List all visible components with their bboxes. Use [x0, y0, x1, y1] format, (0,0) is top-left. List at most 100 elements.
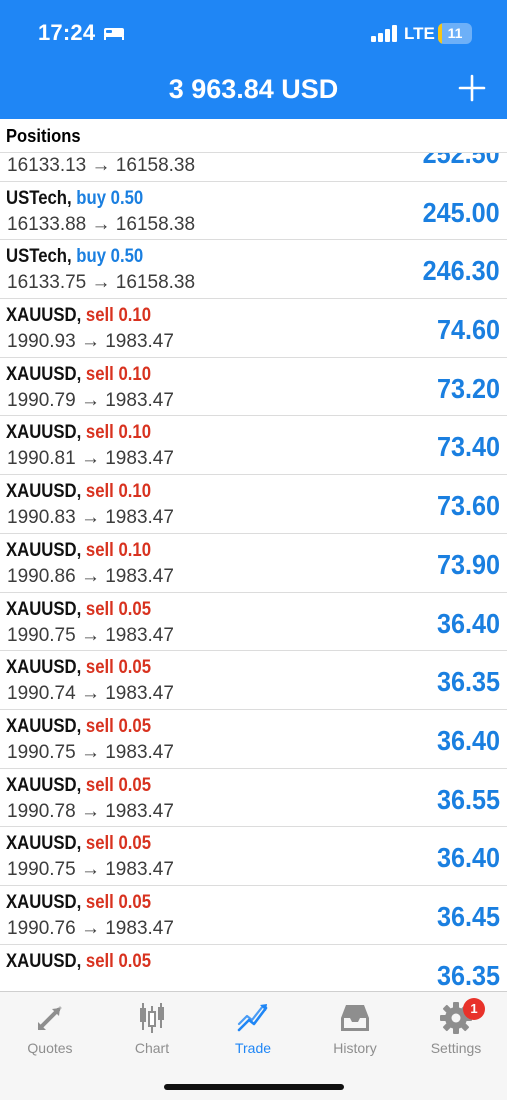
position-prices: 1990.81 → 1983.47 — [7, 448, 174, 470]
home-indicator[interactable] — [164, 1084, 344, 1090]
position-header: XAUUSD, sell 0.05 — [6, 657, 151, 679]
settings-notification-badge: 1 — [463, 998, 485, 1020]
tab-quotes[interactable]: Quotes — [0, 1000, 100, 1060]
position-profit: 74.60 — [436, 314, 500, 346]
position-header: XAUUSD, sell 0.05 — [6, 892, 151, 914]
position-side: sell — [85, 891, 114, 913]
position-profit: 73.90 — [436, 548, 500, 580]
position-profit: 36.35 — [436, 666, 500, 698]
status-time: 17:24 — [38, 20, 96, 45]
position-side: buy — [76, 187, 107, 209]
tab-chart-label: Chart — [134, 1040, 170, 1056]
position-header: XAUUSD, sell 0.10 — [6, 540, 151, 562]
position-header: XAUUSD, sell 0.05 — [6, 599, 151, 621]
tab-chart[interactable]: Chart — [102, 1000, 202, 1060]
position-side: sell — [85, 715, 114, 737]
position-symbol: XAUUSD, — [6, 481, 82, 503]
position-profit: 252.50 — [422, 153, 500, 169]
tab-settings[interactable]: 1 Settings — [406, 998, 506, 1060]
position-volume: 0.10 — [118, 422, 151, 444]
cellular-signal-icon — [371, 25, 397, 42]
position-volume: 0.05 — [118, 833, 151, 855]
position-volume: 0.05 — [118, 891, 151, 913]
position-header: XAUUSD, sell 0.10 — [6, 422, 151, 444]
positions-list: USTech, buy 0.50 16133.13 → 16158.38 252.5… — [0, 153, 507, 991]
position-row[interactable]: XAUUSD, sell 0.05 1990.78 → 1983.47 36.55 — [0, 769, 507, 828]
position-header: XAUUSD, sell 0.10 — [6, 364, 151, 386]
position-symbol: XAUUSD, — [6, 950, 82, 972]
position-prices: 1990.79 → 1983.47 — [7, 389, 174, 411]
position-symbol: USTech, — [6, 187, 72, 209]
position-row[interactable]: XAUUSD, sell 0.05 1990.75 → 1983.47 36.40 — [0, 827, 507, 886]
position-row[interactable]: XAUUSD, sell 0.10 1990.86 → 1983.47 73.90 — [0, 534, 507, 593]
history-icon — [341, 1005, 369, 1031]
position-volume: 0.05 — [118, 598, 151, 620]
position-volume: 0.05 — [118, 657, 151, 679]
position-profit: 36.35 — [436, 959, 500, 991]
position-header: XAUUSD, sell 0.05 — [6, 775, 151, 797]
tab-history[interactable]: History — [305, 1000, 405, 1060]
position-row[interactable]: XAUUSD, sell 0.05 1990.75 → 1983.47 36.40 — [0, 593, 507, 652]
position-prices: 1990.93 → 1983.47 — [7, 331, 174, 353]
position-row[interactable]: XAUUSD, sell 0.10 1990.79 → 1983.47 73.20 — [0, 358, 507, 417]
position-profit: 36.55 — [436, 783, 500, 815]
position-profit: 245.00 — [422, 196, 500, 228]
tab-trade-label: Trade — [234, 1040, 272, 1056]
position-side: sell — [85, 833, 114, 855]
quotes-icon — [38, 1006, 62, 1030]
position-volume: 0.50 — [110, 187, 144, 209]
position-side: sell — [85, 539, 114, 561]
new-order-button[interactable] — [456, 72, 488, 104]
battery-percent: 11 — [447, 25, 463, 41]
position-symbol: XAUUSD, — [6, 657, 82, 679]
position-row[interactable]: XAUUSD, sell 0.10 1990.93 → 1983.47 74.60 — [0, 299, 507, 358]
position-header: XAUUSD, sell 0.05 — [6, 833, 151, 855]
position-row[interactable]: XAUUSD, sell 0.05 1990.76 → 1983.47 36.45 — [0, 886, 507, 945]
tab-trade[interactable]: Trade — [203, 1000, 303, 1060]
position-side: sell — [85, 950, 114, 972]
position-prices: 16133.13 → 16158.38 — [7, 155, 196, 176]
position-side: sell — [85, 305, 114, 327]
position-volume: 0.10 — [118, 305, 151, 327]
position-volume: 0.50 — [110, 246, 144, 268]
trade-icon — [237, 1004, 268, 1032]
position-profit: 36.40 — [436, 842, 500, 874]
position-row[interactable]: XAUUSD, sell 0.05 1990.75 → 1983.47 36.40 — [0, 710, 507, 769]
position-symbol: XAUUSD, — [6, 891, 82, 913]
position-side: sell — [85, 422, 114, 444]
position-side: sell — [85, 481, 114, 503]
position-prices: 16133.75 → 16158.38 — [7, 272, 196, 294]
app-header: 17:24 LTE 11 3 963.84 USD — [0, 0, 507, 119]
position-symbol: XAUUSD, — [6, 305, 82, 327]
network-type: LTE — [404, 24, 435, 43]
position-prices: 1990.76 → 1983.47 — [7, 917, 174, 939]
position-row[interactable]: USTech, buy 0.50 16133.88 → 16158.38 245.0… — [0, 182, 507, 241]
positions-list-viewport[interactable]: USTech, buy 0.50 16133.13 → 16158.38 252.5… — [0, 153, 507, 991]
position-symbol: XAUUSD, — [6, 715, 82, 737]
position-side: sell — [85, 598, 114, 620]
position-volume: 0.10 — [118, 481, 151, 503]
position-row[interactable]: XAUUSD, sell 0.10 1990.81 → 1983.47 73.40 — [0, 416, 507, 476]
position-profit: 73.40 — [436, 431, 500, 463]
position-row[interactable]: XAUUSD, sell 0.05 36.35 — [0, 945, 507, 991]
position-row[interactable]: USTech, buy 0.5016133.13 → 16158.38252.5… — [0, 153, 507, 182]
position-side: buy — [76, 246, 107, 268]
position-row[interactable]: USTech, buy 0.50 16133.75 → 16158.38 246.3… — [0, 240, 507, 300]
position-profit: 73.20 — [436, 372, 500, 404]
position-symbol: XAUUSD, — [6, 539, 82, 561]
position-header: USTech, buy 0.50 — [6, 188, 143, 210]
position-header: XAUUSD, sell 0.10 — [6, 481, 151, 503]
position-volume: 0.05 — [118, 715, 151, 737]
position-prices: 1990.74 → 1983.47 — [7, 683, 174, 705]
position-prices: 1990.75 → 1983.47 — [7, 624, 174, 646]
position-row[interactable]: XAUUSD, sell 0.05 1990.74 → 1983.47 36.35 — [0, 651, 507, 710]
position-row[interactable]: XAUUSD, sell 0.10 1990.83 → 1983.47 73.60 — [0, 475, 507, 534]
position-profit: 246.30 — [422, 255, 500, 287]
position-symbol: XAUUSD, — [6, 363, 82, 385]
position-symbol: XAUUSD, — [6, 774, 82, 796]
position-prices: 1990.75 → 1983.47 — [7, 741, 174, 763]
position-header: XAUUSD, sell 0.05 — [6, 951, 151, 973]
position-side: sell — [85, 657, 114, 679]
position-symbol: XAUUSD, — [6, 422, 82, 444]
tab-bar: Quotes Chart Trade History 1 Settings — [0, 991, 507, 1100]
